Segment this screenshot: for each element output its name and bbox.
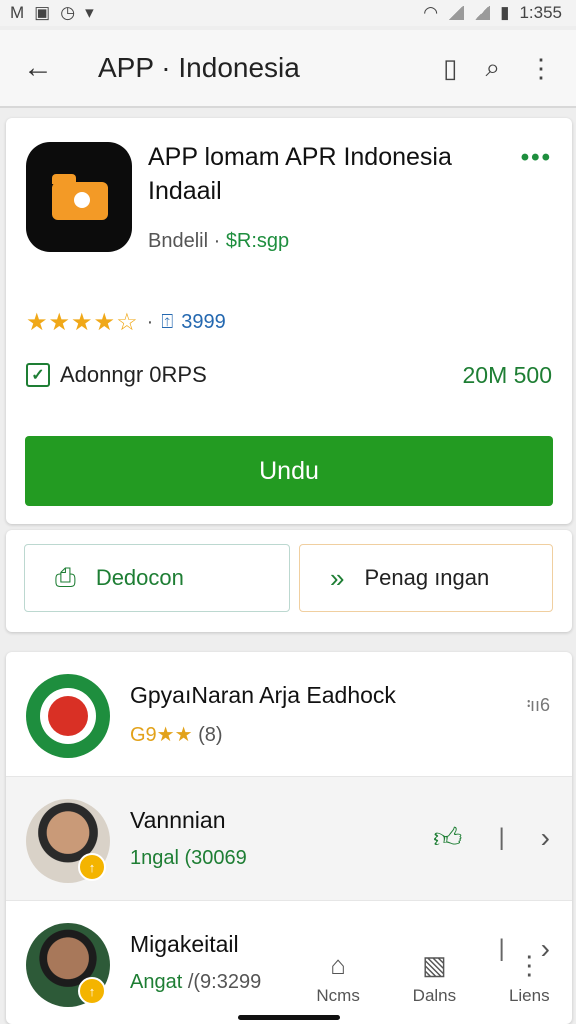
penag-button[interactable]: » Penag ıngan [299, 544, 553, 612]
checkbox-label: Adonngr 0RPS [60, 362, 207, 387]
person-subtitle-text: Angat [130, 971, 183, 993]
folder-icon [52, 174, 108, 220]
app-developer: Bndelil · [148, 230, 226, 252]
developer-rating: G9★★ (8) [130, 722, 223, 747]
person-subtitle-extra: /(9:3299 [182, 971, 262, 993]
app-summary-card: APP lomam APR Indonesia Indaail ••• Bnde… [6, 118, 572, 524]
more-options-icon[interactable]: ••• [521, 144, 552, 172]
thumbs-up-icon[interactable]: 👍︎ [433, 821, 462, 855]
developer-name: GpyaıNaran Arja Eadhock [130, 682, 396, 708]
forward-icon: » [330, 562, 345, 593]
checkbox[interactable]: ✓ [26, 363, 50, 387]
star-rating: ★★★★☆ [26, 309, 139, 336]
overflow-menu-icon[interactable]: ⋮ [528, 53, 554, 84]
download-count: 3999 [181, 311, 226, 333]
option-row[interactable]: ✓ Adonngr 0RPS [26, 362, 207, 388]
image-icon: ▧ [422, 950, 447, 980]
person-name: Migakeitail [130, 931, 239, 957]
developer-rating-stars: G9★★ [130, 724, 193, 746]
nav-label: Liens [508, 986, 550, 1005]
person-subtitle: 1ngal (30069 [130, 847, 247, 870]
developer-logo [26, 674, 110, 758]
divider: | [498, 824, 505, 851]
dedocon-label: Dedocon [95, 565, 184, 590]
search-icon[interactable]: ⌕ [485, 52, 500, 84]
app-developer-line: Bndelil · $R:sgp [148, 230, 289, 253]
page-title: APP · Indonesia [98, 52, 300, 83]
bookmark-icon[interactable]: ▯ [443, 53, 457, 84]
notification-icon: ▣ [34, 3, 51, 22]
wifi-icon: ◠ [423, 3, 439, 22]
more-icon: ⋮ [516, 950, 543, 980]
download-icon: ⍐ [161, 311, 174, 333]
app-name: APP lomam APR Indonesia Indaail [148, 143, 452, 205]
person-subtitle: Angat /(9:3299 [130, 971, 261, 994]
rating-row: ★★★★☆ · ⍐ 3999 [26, 308, 226, 337]
home-icon: ⌂ [330, 950, 346, 980]
badge-icon: ↑ [78, 977, 106, 1005]
list-item[interactable]: ↑ Vannnian 1ngal (30069 👍︎ | › [6, 776, 572, 900]
back-button[interactable]: ← [0, 51, 76, 85]
app-icon [26, 142, 132, 252]
app-category: $R:sgp [225, 230, 290, 252]
person-subtitle-text: 1ngal (30069 [130, 847, 247, 869]
notification-icon: ▾ [85, 3, 94, 22]
signal-icon [474, 6, 491, 20]
penag-label: Penag ıngan [364, 565, 490, 590]
secondary-actions-card: ⎙ Dedocon » Penag ıngan [6, 530, 572, 632]
bottom-nav: ⌂ Ncms ▧ Dalns ⋮ Liens [290, 950, 576, 1024]
developer-corner-value: ᠄ıı6 [522, 695, 550, 715]
nav-item-home[interactable]: ⌂ Ncms [316, 950, 359, 1006]
person-name: Vannnian [130, 807, 226, 833]
arrow-back-icon: ← [23, 51, 53, 84]
badge-icon: ↑ [78, 853, 106, 881]
home-indicator[interactable] [238, 1015, 340, 1020]
clock: 1:355 [519, 3, 562, 22]
battery-icon: ▮ [500, 3, 510, 22]
install-button[interactable]: Undu [25, 436, 553, 506]
chevron-right-icon[interactable]: › [541, 822, 550, 854]
nav-item-liens[interactable]: ⋮ Liens [509, 950, 550, 1006]
separator: · [146, 311, 154, 333]
status-bar: M ▣ ◷ ▾ ◠ ▮ 1:355 [0, 0, 576, 26]
nav-label: Ncms [316, 986, 360, 1005]
signal-icon [448, 6, 465, 20]
bag-icon: ⎙ [55, 562, 76, 592]
developer-rating-count: (8) [192, 724, 223, 746]
nav-item-dalns[interactable]: ▧ Dalns [413, 950, 456, 1006]
app-bar: ← APP · Indonesia ▯ ⌕ ⋮ [0, 30, 576, 108]
dedocon-button[interactable]: ⎙ Dedocon [24, 544, 290, 612]
notification-icon: ◷ [60, 3, 76, 22]
list-item[interactable]: GpyaıNaran Arja Eadhock G9★★ (8) ᠄ıı6 [6, 652, 572, 776]
carrier-label: M [10, 3, 25, 22]
price: 20M 500 [462, 362, 552, 388]
nav-label: Dalns [412, 986, 457, 1005]
